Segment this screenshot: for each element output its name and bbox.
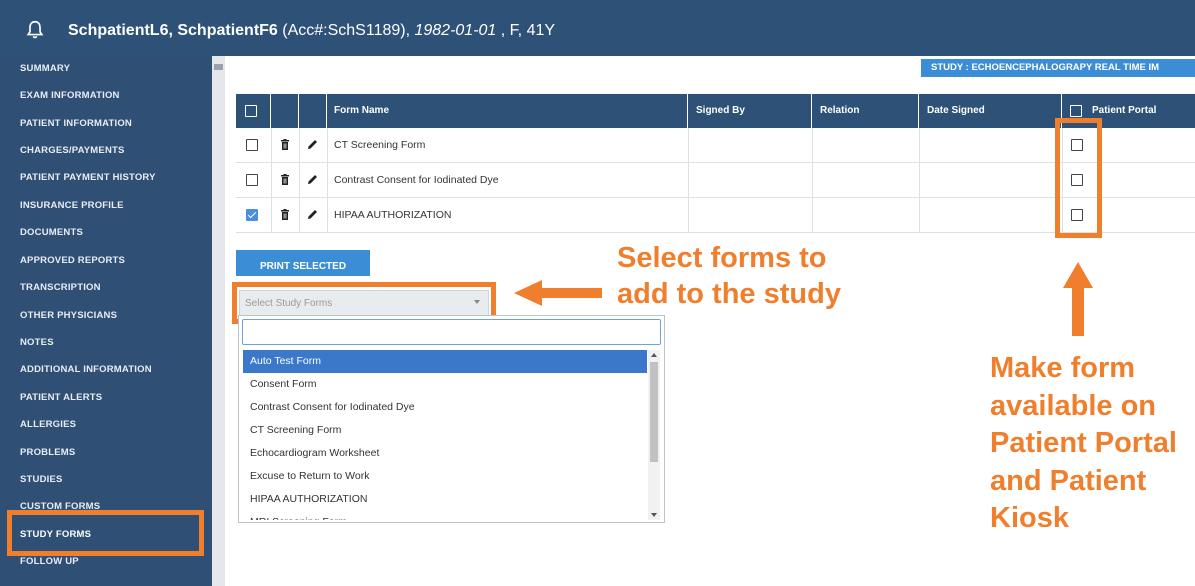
study-banner: STUDY : ECHOENCEPHALOGRAPY REAL TIME IM	[921, 59, 1195, 77]
sidebar-item-patient-information[interactable]: PATIENT INFORMATION	[20, 118, 132, 129]
dropdown-scrollbar[interactable]	[648, 350, 660, 520]
pencil-icon[interactable]	[307, 174, 318, 185]
sidebar-item-additional-information[interactable]: ADDITIONAL INFORMATION	[20, 364, 152, 375]
column-patient-portal-label: Patient Portal	[1092, 105, 1157, 116]
column-signed-by[interactable]: Signed By	[688, 94, 812, 128]
dropdown-option[interactable]: Contrast Consent for Iodinated Dye	[243, 396, 647, 419]
column-date-signed[interactable]: Date Signed	[919, 94, 1062, 128]
dropdown-option[interactable]: Echocardiogram Worksheet	[243, 442, 647, 465]
table-row: Contrast Consent for Iodinated Dye	[236, 163, 1195, 198]
dropdown-option[interactable]: HIPAA AUTHORIZATION	[243, 488, 647, 511]
select-all-checkbox[interactable]	[245, 105, 257, 117]
patient-name: SchpatientL6, SchpatientF6	[68, 22, 278, 39]
dropdown-search-input[interactable]	[242, 319, 661, 345]
sidebar-item-follow-up[interactable]: FOLLOW UP	[20, 556, 79, 567]
form-name: Contrast Consent for Iodinated Dye	[334, 174, 499, 186]
arrow-up-icon	[1063, 262, 1093, 336]
trash-icon[interactable]	[280, 209, 290, 220]
patient-sex-age: , F, 41Y	[500, 22, 556, 39]
row-select-checkbox[interactable]	[246, 174, 258, 186]
trash-icon[interactable]	[280, 174, 290, 185]
dropdown-option[interactable]: CT Screening Form	[243, 419, 647, 442]
patient-title: SchpatientL6, SchpatientF6 (Acc#:SchS118…	[68, 22, 555, 40]
table-row: HIPAA AUTHORIZATION	[236, 198, 1195, 233]
edit-column	[299, 94, 327, 128]
portal-select-all-checkbox[interactable]	[1070, 105, 1082, 117]
sidebar-item-summary[interactable]: SUMMARY	[20, 63, 70, 74]
scrollbar-thumb[interactable]	[214, 64, 223, 70]
sidebar-item-insurance-profile[interactable]: INSURANCE PROFILE	[20, 200, 124, 211]
table-row: CT Screening Form	[236, 128, 1195, 163]
dropdown-scrollbar-thumb[interactable]	[650, 362, 658, 462]
annotation-select-forms: Select forms to add to the study	[617, 242, 841, 310]
patient-dob: 1982-01-01	[414, 22, 497, 39]
scroll-down-icon[interactable]	[651, 513, 657, 517]
sidebar-item-approved-reports[interactable]: APPROVED REPORTS	[20, 255, 125, 266]
sidebar-item-patient-alerts[interactable]: PATIENT ALERTS	[20, 392, 102, 403]
print-selected-button[interactable]: PRINT SELECTED	[236, 250, 370, 276]
dropdown-option[interactable]: Excuse to Return to Work	[243, 465, 647, 488]
pencil-icon[interactable]	[307, 139, 318, 150]
bell-icon[interactable]	[24, 19, 46, 41]
select-all-column	[236, 94, 271, 128]
sidebar-item-transcription[interactable]: TRANSCRIPTION	[20, 282, 101, 293]
delete-column	[271, 94, 299, 128]
patient-header: SchpatientL6, SchpatientF6 (Acc#:SchS118…	[0, 0, 1195, 56]
row-select-checkbox[interactable]	[246, 139, 258, 151]
annotation-patient-portal: Make form available on Patient Portal an…	[990, 352, 1177, 534]
sidebar-item-allergies[interactable]: ALLERGIES	[20, 419, 76, 430]
sidebar: SUMMARY EXAM INFORMATION PATIENT INFORMA…	[0, 56, 212, 586]
sidebar-scrollbar[interactable]	[212, 56, 225, 586]
arrow-left-icon	[514, 280, 602, 306]
study-forms-highlight-box	[7, 510, 204, 556]
sidebar-item-notes[interactable]: NOTES	[20, 337, 54, 348]
form-name: CT Screening Form	[334, 139, 426, 151]
sidebar-item-problems[interactable]: PROBLEMS	[20, 447, 75, 458]
sidebar-item-exam-information[interactable]: EXAM INFORMATION	[20, 90, 120, 101]
forms-table-header: Form Name Signed By Relation Date Signed…	[236, 94, 1195, 128]
patient-account: (Acc#:SchS1189),	[282, 22, 411, 39]
sidebar-item-patient-payment-history[interactable]: PATIENT PAYMENT HISTORY	[20, 172, 156, 183]
form-name: HIPAA AUTHORIZATION	[334, 209, 452, 221]
study-forms-dropdown: Auto Test Form Consent Form Contrast Con…	[238, 315, 665, 523]
sidebar-item-studies[interactable]: STUDIES	[20, 474, 63, 485]
dropdown-option[interactable]: Consent Form	[243, 373, 647, 396]
sidebar-item-charges-payments[interactable]: CHARGES/PAYMENTS	[20, 145, 125, 156]
patient-portal-highlight-box	[1055, 118, 1102, 238]
sidebar-item-other-physicians[interactable]: OTHER PHYSICIANS	[20, 310, 117, 321]
sidebar-item-documents[interactable]: DOCUMENTS	[20, 227, 83, 238]
dropdown-option[interactable]: MRI Screening Form	[243, 511, 647, 520]
column-form-name[interactable]: Form Name	[327, 94, 688, 128]
row-select-checkbox[interactable]	[246, 209, 258, 221]
scroll-up-icon[interactable]	[651, 353, 657, 357]
pencil-icon[interactable]	[307, 209, 318, 220]
dropdown-option[interactable]: Auto Test Form	[243, 350, 647, 373]
column-relation[interactable]: Relation	[812, 94, 919, 128]
trash-icon[interactable]	[280, 139, 290, 150]
dropdown-options: Auto Test Form Consent Form Contrast Con…	[243, 350, 647, 520]
